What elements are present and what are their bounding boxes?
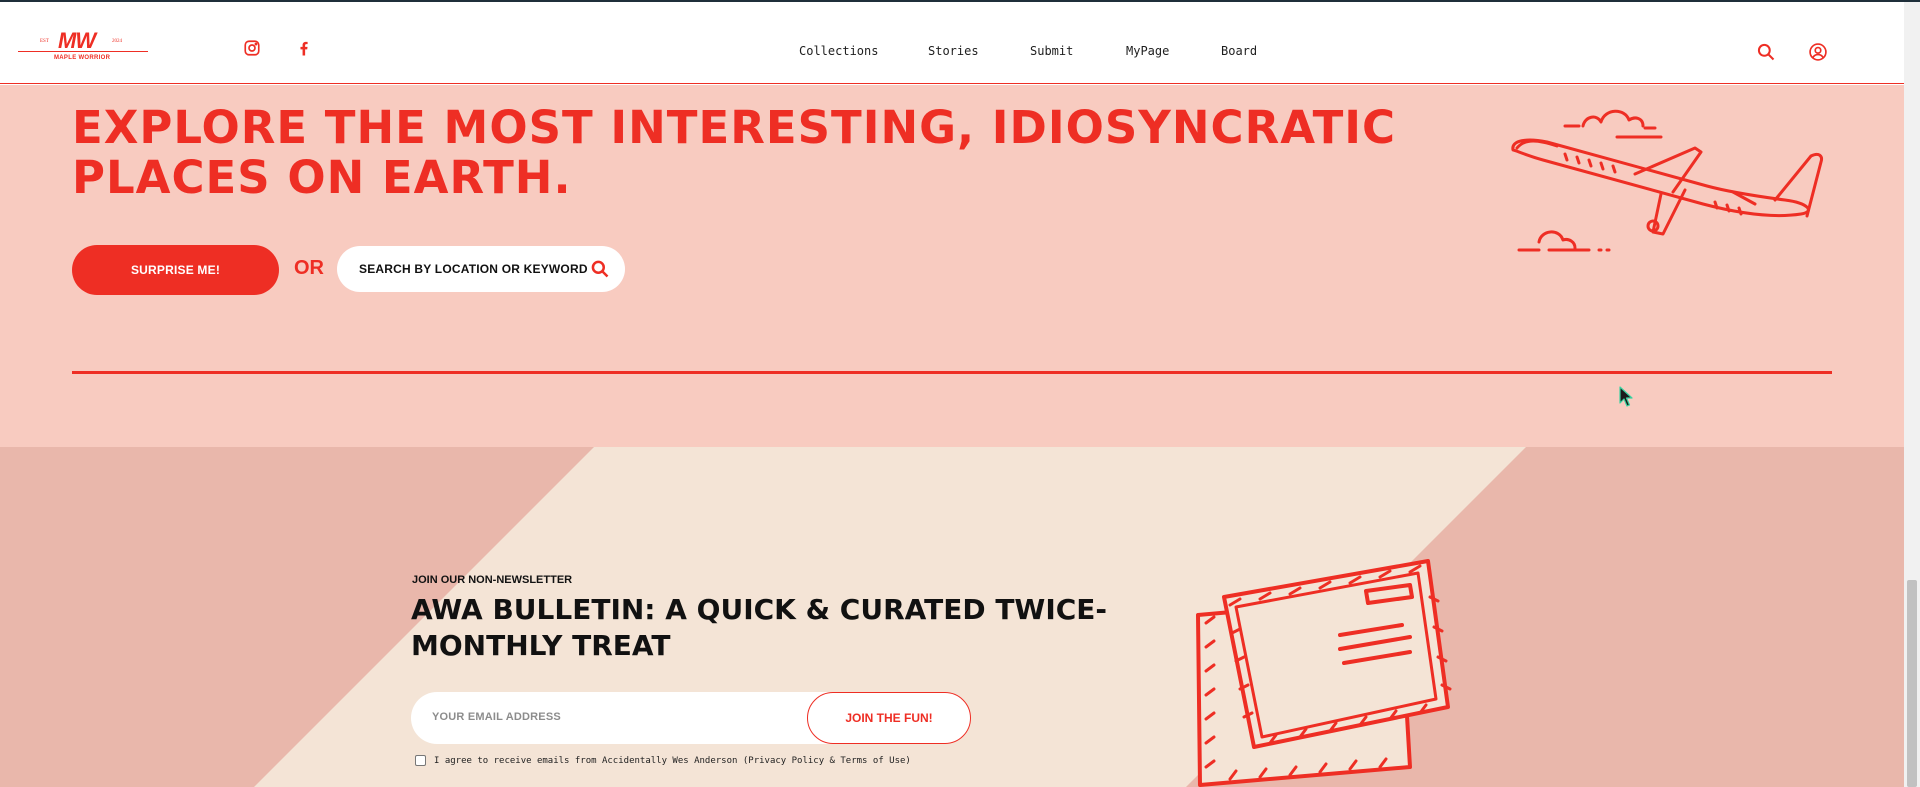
nav-submit[interactable]: Submit [1030,44,1073,58]
nav-collections[interactable]: Collections [799,44,878,58]
join-the-fun-button[interactable]: JOIN THE FUN! [807,692,971,744]
facebook-icon[interactable] [295,39,313,57]
site-logo[interactable]: EST MW 2024 MAPLE WORRIOR [18,28,148,68]
scrollbar-thumb[interactable] [1907,580,1917,787]
logo-est: EST [40,39,49,44]
mouse-cursor-icon [1619,386,1633,407]
consent-row[interactable]: I agree to receive emails from Accidenta… [415,755,911,766]
or-label: OR [294,257,324,279]
logo-rule [18,51,148,52]
email-placeholder: YOUR EMAIL ADDRESS [432,711,561,723]
hero-divider [72,371,1832,374]
newsletter-section: JOIN OUR NON-NEWSLETTER AWA BULLETIN: A … [0,447,1904,787]
page-scrollbar[interactable] [1904,2,1920,787]
hero-headline-line2: PLACES ON EARTH. [72,151,572,204]
logo-year: 2024 [112,39,122,44]
envelope-illustration [1196,559,1452,787]
nav-board[interactable]: Board [1221,44,1257,58]
consent-checkbox[interactable] [415,755,426,766]
logo-name: MAPLE WORRIOR [54,55,111,61]
airplane-illustration [1511,109,1823,252]
surprise-me-button[interactable]: SURPRISE ME! [72,245,279,295]
user-icon[interactable] [1808,42,1828,62]
newsletter-title: AWA BULLETIN: A QUICK & CURATED TWICE- M… [411,592,1151,664]
nav-mypage[interactable]: MyPage [1126,44,1169,58]
newsletter-title-line2: MONTHLY TREAT [411,629,671,662]
hero-headline: EXPLORE THE MOST INTERESTING, IDIOSYNCRA… [72,103,1396,203]
search-icon[interactable] [1756,42,1776,62]
instagram-icon[interactable] [243,39,261,57]
search-placeholder: SEARCH BY LOCATION OR KEYWORD [359,262,588,276]
search-icon[interactable] [590,259,610,279]
nav-stories[interactable]: Stories [928,44,979,58]
consent-text: I agree to receive emails from Accidenta… [434,755,911,766]
location-search-input[interactable]: SEARCH BY LOCATION OR KEYWORD [337,246,625,292]
hero-headline-line1: EXPLORE THE MOST INTERESTING, IDIOSYNCRA… [72,101,1397,154]
newsletter-kicker: JOIN OUR NON-NEWSLETTER [412,574,573,586]
site-header: EST MW 2024 MAPLE WORRIOR Collections St… [0,2,1904,84]
newsletter-title-line1: AWA BULLETIN: A QUICK & CURATED TWICE- [411,593,1108,626]
